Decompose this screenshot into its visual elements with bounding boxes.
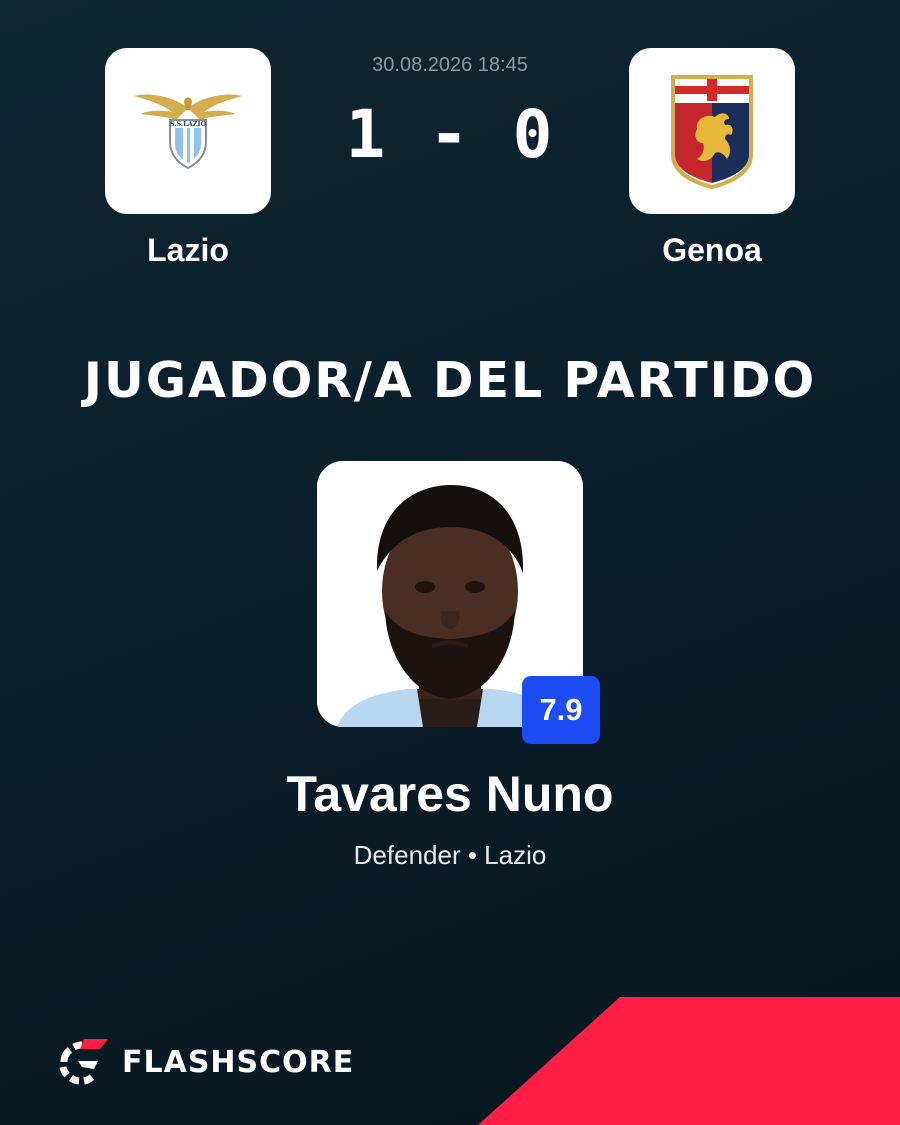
away-team-logo[interactable] [629,48,795,214]
away-team-name[interactable]: Genoa [582,232,842,269]
genoa-griffin-crest-icon [671,75,753,189]
home-team-logo[interactable]: S.S.LAZIO [105,48,271,214]
flashscore-logo-icon [59,1039,108,1085]
match-datetime: 30.08.2026 18:45 [372,54,528,76]
home-team-name[interactable]: Lazio [58,232,318,269]
flashscore-brand[interactable]: FLASHSCORE [54,1036,354,1088]
match-score: 1 - 0 [345,96,555,173]
player-name[interactable]: Tavares Nuno [0,765,900,823]
flashscore-wordmark: FLASHSCORE [122,1044,355,1080]
player-position-team: Defender • Lazio [353,840,547,870]
player-rating-badge: 7.9 [522,676,600,744]
svg-text:S.S.LAZIO: S.S.LAZIO [170,120,207,128]
lazio-eagle-crest-icon: S.S.LAZIO [134,94,242,170]
player-of-the-match-heading: JUGADOR/A DEL PARTIDO [83,352,817,409]
